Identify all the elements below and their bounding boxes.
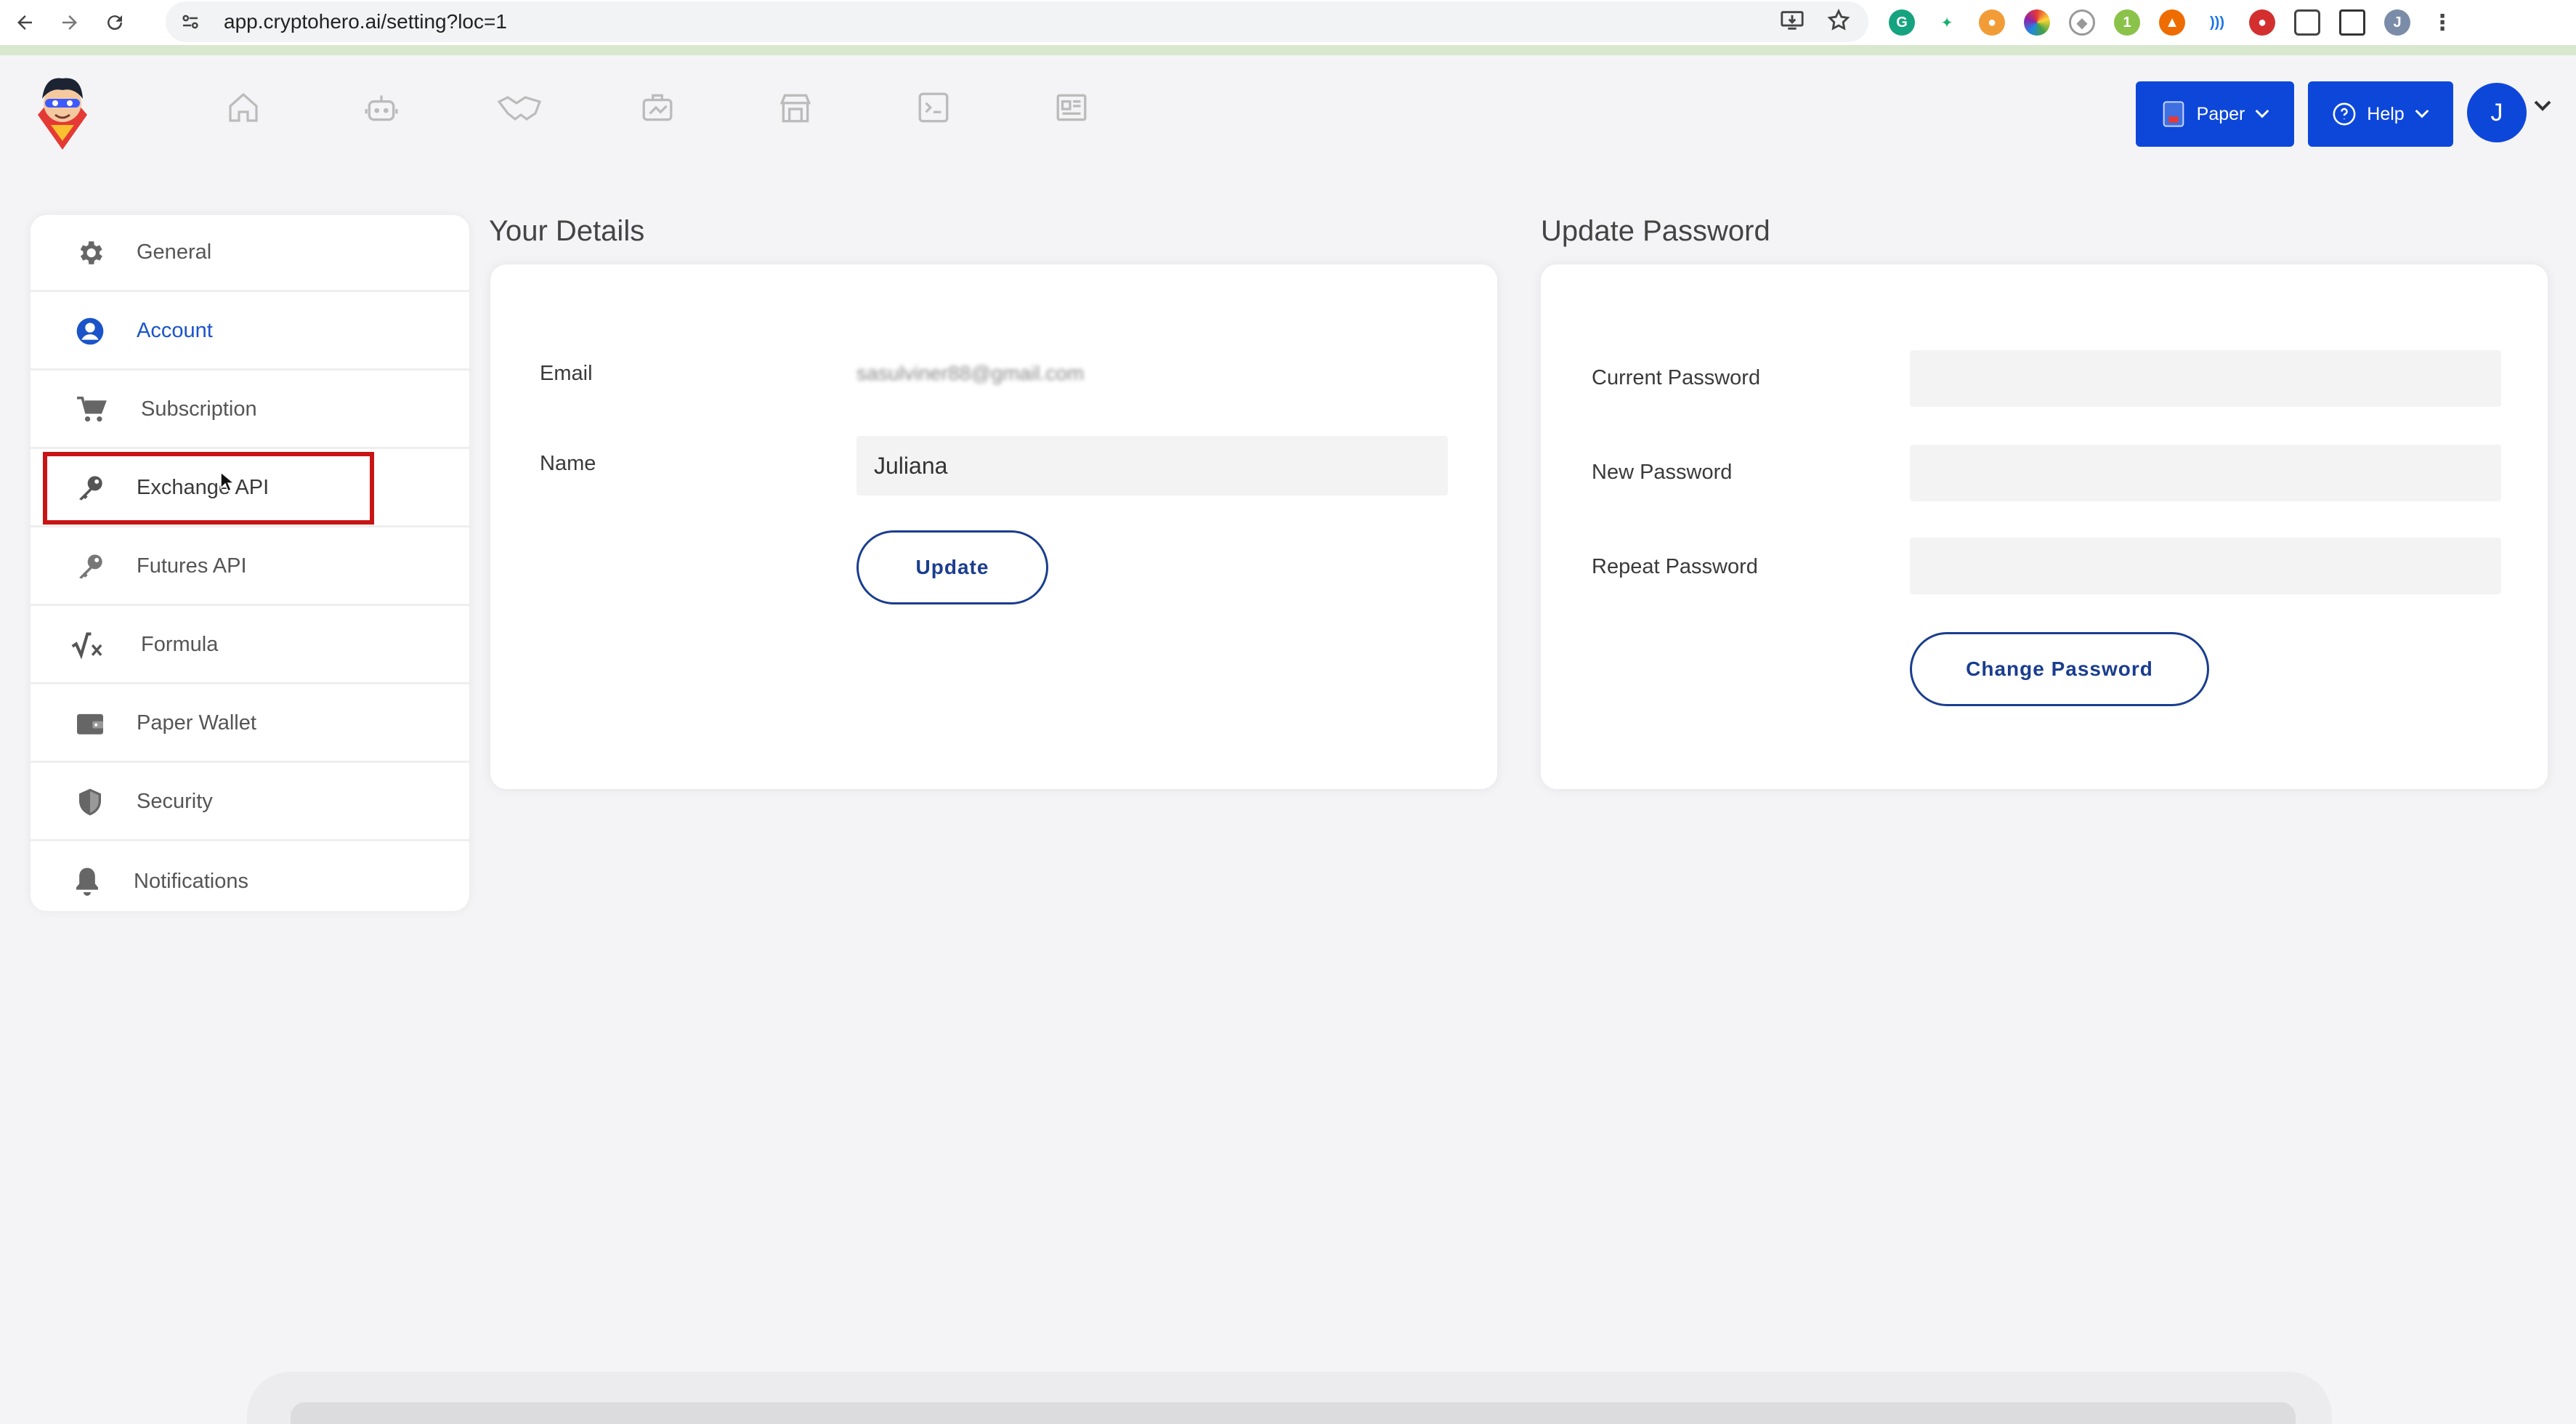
name-input[interactable]: [856, 436, 1448, 495]
robot-icon[interactable]: [312, 84, 450, 131]
name-label: Name: [540, 452, 596, 475]
formula-icon: [70, 626, 108, 664]
back-icon[interactable]: [4, 2, 45, 43]
user-avatar[interactable]: J: [2467, 83, 2527, 142]
gear-icon: [71, 234, 109, 272]
chevron-down-icon: [2255, 109, 2269, 118]
sidebar-item-security[interactable]: Security: [31, 764, 469, 841]
your-details-panel: Email sasulviner88@gmail.com Name Update: [490, 264, 1497, 789]
reload-icon[interactable]: [94, 2, 135, 43]
help-button[interactable]: Help: [2308, 81, 2453, 147]
sidebar-item-paper-wallet[interactable]: Paper Wallet: [31, 686, 469, 763]
browser-menu-icon[interactable]: ⋮: [2429, 9, 2455, 36]
avatar-chevron-down-icon[interactable]: [2534, 100, 2551, 112]
current-password-input[interactable]: [1910, 350, 2501, 407]
update-button[interactable]: Update: [856, 530, 1048, 604]
sidebar-item-label: Futures API: [137, 554, 247, 578]
sidebar-item-label: Account: [137, 319, 213, 342]
repeat-password-label: Repeat Password: [1592, 555, 1758, 578]
url-text: app.cryptohero.ai/setting?loc=1: [224, 10, 507, 33]
sidebar-item-subscription[interactable]: Subscription: [31, 372, 469, 449]
new-password-label: New Password: [1592, 461, 1733, 484]
app-header: Paper Help J: [0, 55, 2576, 171]
current-password-label: Current Password: [1592, 366, 1761, 389]
shield-icon: [71, 783, 109, 821]
top-navigation: [174, 84, 1141, 131]
sidebar-item-label: Paper Wallet: [137, 711, 256, 735]
shield-extension-icon[interactable]: ◆: [2069, 9, 2095, 36]
chevron-down-icon: [2415, 109, 2429, 118]
bookmark-star-icon[interactable]: [1826, 8, 1851, 36]
sidebar-item-label: Security: [137, 790, 213, 813]
grammarly-extension-icon[interactable]: G: [1889, 9, 1915, 36]
new-password-input[interactable]: [1910, 445, 2501, 501]
user-circle-icon: [71, 312, 109, 350]
home-icon[interactable]: [174, 84, 312, 131]
your-details-title: Your Details: [489, 215, 645, 247]
puzzle-extensions-icon[interactable]: [2294, 9, 2320, 36]
handshake-icon[interactable]: [450, 84, 588, 131]
site-settings-icon[interactable]: [176, 7, 205, 36]
document-icon: [2163, 101, 2184, 127]
email-value: sasulviner88@gmail.com: [856, 362, 1085, 384]
sidebar-item-account[interactable]: Account: [31, 294, 469, 371]
key-icon: [71, 548, 109, 586]
help-circle-icon: [2333, 102, 2356, 126]
mouse-cursor-icon: [220, 471, 234, 493]
email-label: Email: [540, 362, 593, 385]
update-password-title: Update Password: [1541, 215, 1770, 247]
sidebar-item-general[interactable]: General: [31, 215, 469, 292]
wallet-icon: [71, 705, 109, 743]
leaf-extension-icon[interactable]: ✦: [1934, 9, 1960, 36]
sidebar-item-notifications[interactable]: Notifications: [31, 843, 469, 920]
sidebar-item-formula[interactable]: Formula: [31, 607, 469, 684]
footer-inner: [291, 1402, 2296, 1424]
terminal-icon[interactable]: [864, 84, 1003, 131]
exchange-api-highlight: [43, 452, 374, 525]
color-picker-extension-icon[interactable]: [2024, 9, 2050, 36]
cookie-extension-icon[interactable]: ●: [1979, 9, 2005, 36]
sidebar-item-label: Subscription: [141, 397, 257, 421]
badge-extension-icon[interactable]: 1: [2114, 9, 2140, 36]
paper-mode-label: Paper: [2196, 103, 2245, 124]
repeat-password-input[interactable]: [1910, 538, 2501, 594]
cryptohero-logo[interactable]: [29, 71, 96, 153]
news-icon[interactable]: [1003, 84, 1141, 131]
sidebar-item-label: General: [137, 240, 212, 264]
install-app-icon[interactable]: [1780, 8, 1805, 36]
sidebar-item-futures-api[interactable]: Futures API: [31, 529, 469, 606]
profile-icon[interactable]: J: [2384, 9, 2410, 36]
portfolio-icon[interactable]: [588, 84, 726, 131]
metamask-extension-icon[interactable]: ▲: [2159, 9, 2185, 36]
sidebar-item-label: Notifications: [134, 869, 248, 893]
marketplace-icon[interactable]: [726, 84, 864, 131]
side-panel-icon[interactable]: [2339, 9, 2365, 36]
forward-icon[interactable]: [49, 2, 90, 43]
cart-icon: [73, 391, 110, 429]
address-bar[interactable]: app.cryptohero.ai/setting?loc=1: [166, 1, 1868, 42]
extensions-area: G ✦ ● ◆ 1 ▲ ))) ● J ⋮: [1889, 0, 2455, 45]
sidebar-item-label: Formula: [141, 633, 219, 656]
bell-icon: [68, 862, 106, 900]
change-password-button[interactable]: Change Password: [1910, 632, 2209, 706]
audio-extension-icon[interactable]: ))): [2204, 9, 2230, 36]
help-label: Help: [2367, 103, 2405, 124]
paper-mode-button[interactable]: Paper: [2136, 81, 2294, 147]
settings-sidebar: General Account Subscription Exchange AP…: [31, 215, 469, 911]
record-extension-icon[interactable]: ●: [2249, 9, 2275, 36]
update-password-panel: Current Password New Password Repeat Pas…: [1541, 264, 2548, 789]
page-load-strip: [0, 45, 2576, 55]
